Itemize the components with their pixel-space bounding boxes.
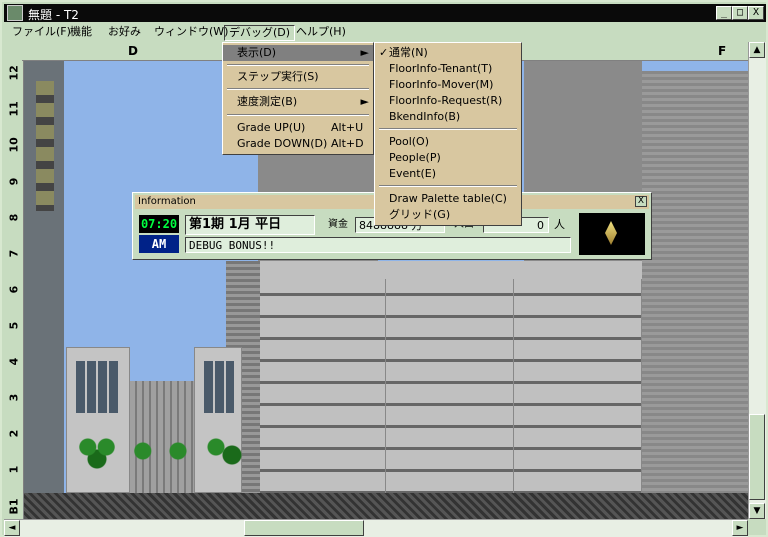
floor-label: 12 <box>7 65 21 81</box>
submenu-pool[interactable]: Pool(O) <box>375 134 521 150</box>
floor-label: 7 <box>7 249 21 258</box>
menu-separator <box>227 88 369 90</box>
debug-menu-display[interactable]: 表示(D) ► <box>223 45 373 61</box>
menu-bar: ファイル(F) 機能 お好み ウィンドウ(W) デバッグ(D) ヘルプ(H) <box>4 22 766 42</box>
debug-menu-speed[interactable]: 速度測定(B) ► <box>223 94 373 110</box>
message-field: DEBUG BONUS!! <box>185 237 571 253</box>
scroll-down-arrow[interactable]: ▼ <box>749 503 765 519</box>
funds-label: 資金 <box>325 217 355 233</box>
window-title: 無題 - T2 <box>28 8 79 22</box>
display-submenu: ✓ 通常(N) FloorInfo-Tenant(T) FloorInfo-Mo… <box>374 42 522 226</box>
floor-label: 4 <box>7 357 21 366</box>
check-icon: ✓ <box>379 46 389 59</box>
normal-label: 通常(N) <box>389 46 428 59</box>
scroll-right-arrow[interactable]: ► <box>732 520 748 536</box>
column-label: D <box>128 44 138 58</box>
scroll-left-arrow[interactable]: ◄ <box>4 520 20 536</box>
maximize-button[interactable]: □ <box>732 6 748 20</box>
tree-icon <box>130 431 194 471</box>
submenu-floorinfo-tenant[interactable]: FloorInfo-Tenant(T) <box>375 61 521 77</box>
submenu-bkendinfo[interactable]: BkendInfo(B) <box>375 109 521 125</box>
vertical-scroll-thumb[interactable] <box>749 414 765 500</box>
date-display: 第1期 1月 平日 <box>185 215 315 235</box>
floor-label: 9 <box>7 177 21 186</box>
grade-down-shortcut: Alt+D <box>331 137 364 150</box>
speed-label: 速度測定(B) <box>237 95 298 108</box>
ground <box>24 493 748 519</box>
tower-windows <box>36 81 54 211</box>
submenu-normal[interactable]: ✓ 通常(N) <box>375 45 521 61</box>
population-unit: 人 <box>551 217 573 233</box>
floor-label: 2 <box>7 429 21 438</box>
menu-file[interactable]: ファイル(F) <box>8 25 75 41</box>
app-window: 無題 - T2 _ □ X ファイル(F) 機能 お好み ウィンドウ(W) デバ… <box>0 0 768 537</box>
menu-function[interactable]: 機能 <box>66 25 96 41</box>
floor-label: 8 <box>7 213 21 222</box>
debug-menu-grade-up[interactable]: Grade UP(U) Alt+U <box>223 120 373 136</box>
menu-separator <box>379 128 517 130</box>
vertical-scrollbar[interactable]: ▲ ▼ <box>748 42 766 519</box>
lobby-windows <box>204 361 234 413</box>
debug-menu-step[interactable]: ステップ実行(S) <box>223 69 373 85</box>
lobby-windows <box>76 361 118 413</box>
menu-separator <box>227 114 369 116</box>
close-button[interactable]: X <box>748 6 764 20</box>
submenu-arrow-icon: ► <box>360 95 369 108</box>
title-bar: 無題 - T2 _ □ X <box>4 4 766 22</box>
grade-up-label: Grade UP(U) <box>237 121 306 134</box>
floor-label: 11 <box>7 101 21 117</box>
menu-preferences[interactable]: お好み <box>104 25 145 41</box>
column-label: F <box>718 44 727 58</box>
display-label: 表示(D) <box>237 46 277 59</box>
clock-time: 07:20 <box>139 215 179 233</box>
submenu-arrow-icon: ► <box>360 46 369 59</box>
clock-ampm: AM <box>139 235 179 253</box>
floor-label: 3 <box>7 393 21 402</box>
status-monitor <box>579 213 645 255</box>
menu-window[interactable]: ウィンドウ(W) <box>150 25 232 41</box>
menu-help[interactable]: ヘルプ(H) <box>292 25 350 41</box>
minimize-button[interactable]: _ <box>716 6 732 20</box>
submenu-event[interactable]: Event(E) <box>375 166 521 182</box>
menu-separator <box>379 185 517 187</box>
floor-label: 1 <box>7 465 21 474</box>
floor-label: 5 <box>7 321 21 330</box>
menu-separator <box>227 64 369 66</box>
floor-ruler: 12 11 10 9 8 7 6 5 4 3 2 1 B1 <box>4 61 24 519</box>
floor-label: 10 <box>7 137 21 153</box>
debug-menu: 表示(D) ► ステップ実行(S) 速度測定(B) ► Grade UP(U) … <box>222 42 374 155</box>
info-close-button[interactable]: X <box>635 196 647 207</box>
submenu-floorinfo-request[interactable]: FloorInfo-Request(R) <box>375 93 521 109</box>
tree-icon <box>74 431 120 471</box>
menu-debug[interactable]: デバッグ(D) <box>224 25 296 41</box>
submenu-grid[interactable]: グリッド(G) <box>375 207 521 223</box>
background-building-right <box>642 71 748 493</box>
app-icon[interactable] <box>7 5 23 21</box>
scroll-up-arrow[interactable]: ▲ <box>749 42 765 58</box>
tree-icon <box>204 431 244 471</box>
debug-menu-grade-down[interactable]: Grade DOWN(D) Alt+D <box>223 136 373 152</box>
submenu-people[interactable]: People(P) <box>375 150 521 166</box>
grade-down-label: Grade DOWN(D) <box>237 137 328 150</box>
floor-label: 6 <box>7 285 21 294</box>
submenu-draw-palette[interactable]: Draw Palette table(C) <box>375 191 521 207</box>
star-icon <box>605 221 617 245</box>
submenu-floorinfo-mover[interactable]: FloorInfo-Mover(M) <box>375 77 521 93</box>
horizontal-scroll-thumb[interactable] <box>244 520 364 536</box>
grade-up-shortcut: Alt+U <box>331 121 364 134</box>
floor-label: B1 <box>7 498 21 515</box>
horizontal-scrollbar[interactable]: ◄ ► <box>4 519 748 537</box>
office-floors <box>258 279 642 493</box>
